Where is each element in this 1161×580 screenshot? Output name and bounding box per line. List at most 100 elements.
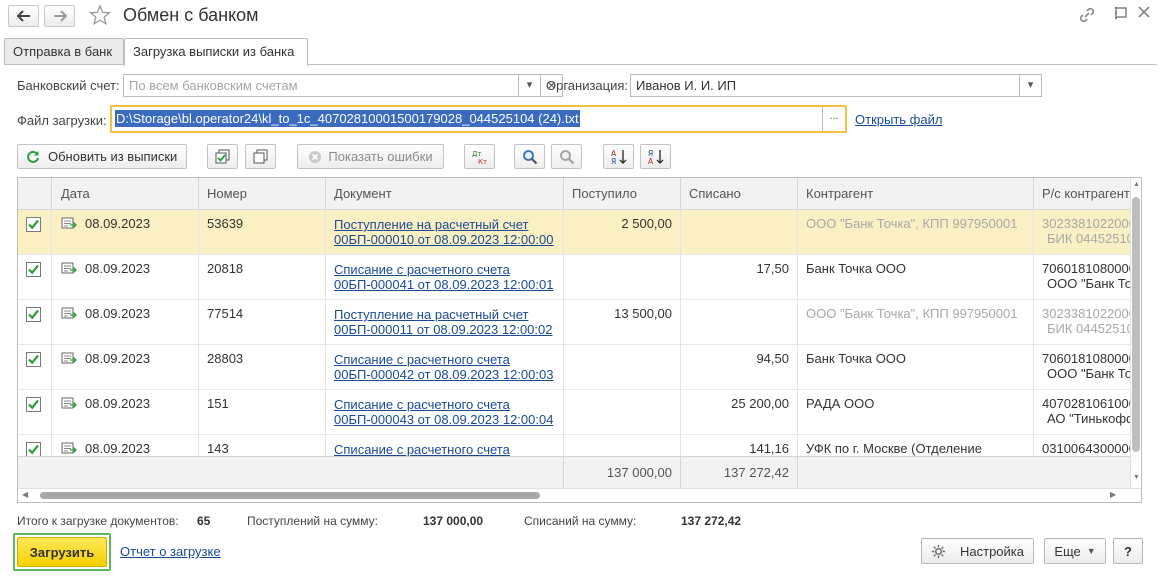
contractor-cell: ООО "Банк Точка", КПП 997950001 [797,300,1033,345]
row-checkbox[interactable] [26,217,41,232]
number-cell: 20818 [198,255,325,300]
table-row[interactable]: 08.09.2023 20818 Списание с расчетного сче… [18,255,1131,300]
scroll-down-icon[interactable]: ▼ [1133,474,1140,481]
document-link-line2[interactable]: 00БП-000041 от 08.09.2023 12:00:01 [334,277,555,292]
contractor-cell: Банк Точка ООО [797,345,1033,390]
document-link-line2[interactable]: 00БП-000011 от 08.09.2023 12:00:02 [334,322,555,337]
open-file-link[interactable]: Открыть файл [855,112,942,127]
maximize-button[interactable] [1114,4,1128,23]
scroll-left-icon[interactable]: ◀ [22,490,28,499]
copy-link-button[interactable] [1078,6,1096,27]
col-date[interactable]: Дата [51,178,198,210]
row-check-cell[interactable] [18,345,51,390]
table-row[interactable]: 08.09.2023 151 Списание с расчетного счета… [18,390,1131,435]
tab-send-to-bank[interactable]: Отправка в банк [4,38,124,65]
col-income[interactable]: Поступило [563,178,680,210]
account-cell: 30233810220000БИК 044525104 [1033,210,1131,255]
load-button[interactable]: Загрузить [17,537,107,567]
row-checkbox[interactable] [26,262,41,277]
income-cell [563,345,680,390]
row-check-cell[interactable] [18,300,51,345]
row-checkbox[interactable] [26,307,41,322]
deselect-all-button[interactable] [245,144,276,169]
table-header: Дата Номер Документ Поступило Списано Ко… [18,178,1131,210]
sort-desc-button[interactable]: ЯА [640,144,671,169]
chevron-down-icon: ▼ [1086,546,1096,556]
forward-button[interactable] [44,5,75,27]
document-link-line2[interactable]: 00БП-000010 от 08.09.2023 12:00:00 [334,232,555,247]
table-row[interactable]: 08.09.2023 77514 Поступление на расчетный … [18,300,1131,345]
document-link-line1[interactable]: Списание с расчетного счета [334,262,555,277]
refresh-button[interactable]: Обновить из выписки [17,144,187,169]
horizontal-scrollbar[interactable]: ◀ ▶ [18,488,1141,502]
col-number[interactable]: Номер [198,178,325,210]
document-link-line2[interactable]: 00БП-000042 от 08.09.2023 12:00:03 [334,367,555,382]
row-checkbox[interactable] [26,397,41,412]
settings-button[interactable]: Настройка [921,538,1034,564]
organization-field[interactable]: Иванов И. И. ИП [630,74,1021,97]
show-errors-button[interactable]: Показать ошибки [297,144,444,169]
account-line2: АО "Тинькофф" [1047,411,1131,426]
link-icon [1079,7,1095,23]
scroll-up-icon[interactable]: ▲ [1133,181,1140,188]
table-row[interactable]: 08.09.2023 53639 Поступление на расчетный … [18,210,1131,255]
row-checkbox[interactable] [26,352,41,367]
document-cell[interactable]: Списание с расчетного счета 00БП-000041 о… [325,255,563,300]
outcome-cell [680,300,797,345]
organization-dropdown[interactable]: ▾ [1019,74,1042,97]
row-check-cell[interactable] [18,210,51,255]
outcome-cell [680,210,797,255]
close-button[interactable] [1136,4,1152,23]
file-label: Файл загрузки: [17,113,107,128]
select-all-button[interactable] [207,144,238,169]
document-icon [61,262,77,274]
cancel-search-button[interactable] [551,144,582,169]
report-link[interactable]: Отчет о загрузке [120,544,221,559]
total-outcome: 137 272,42 [680,457,797,490]
number-cell: 151 [198,390,325,435]
document-cell[interactable]: Списание с расчетного счета 00БП-000043 о… [325,390,563,435]
table-row[interactable]: 08.09.2023 28803 Списание с расчетного сче… [18,345,1131,390]
sort-asc-button[interactable]: АЯ [603,144,634,169]
contractor-cell: РАДА ООО [797,390,1033,435]
document-link-line1[interactable]: Списание с расчетного счета [334,442,555,457]
favorite-button[interactable] [88,4,112,29]
file-input[interactable]: D:\Storage\bl.operator24\kl_to_1c_407028… [112,107,822,131]
file-browse-button[interactable]: ... [822,107,845,131]
document-link-line1[interactable]: Списание с расчетного счета [334,397,555,412]
scroll-right-icon[interactable]: ▶ [1110,490,1116,499]
chevron-down-icon: ▾ [1027,79,1034,91]
income-sum-label: Поступлений на сумму: [247,514,378,528]
row-check-cell[interactable] [18,255,51,300]
row-check-cell[interactable] [18,390,51,435]
document-cell[interactable]: Поступление на расчетный счет 00БП-000010… [325,210,563,255]
refresh-icon [27,150,39,163]
star-icon [88,4,112,26]
document-cell[interactable]: Списание с расчетного счета 00БП-000042 о… [325,345,563,390]
horizontal-scroll-thumb[interactable] [40,492,540,499]
bank-account-field[interactable]: По всем банковским счетам [123,74,519,97]
bank-account-dropdown[interactable]: ▾ [518,74,541,97]
dt-kt-button[interactable]: Дт Кт [464,144,495,169]
number-cell: 53639 [198,210,325,255]
vertical-scrollbar[interactable]: ▲ ▼ [1130,178,1141,489]
document-link-line1[interactable]: Поступление на расчетный счет [334,307,555,322]
col-outcome[interactable]: Списано [680,178,797,210]
more-button[interactable]: Еще ▼ [1044,538,1106,564]
checkmark-icon [28,399,39,410]
account-line1: 03100643000000 [1042,441,1131,456]
document-link-line2[interactable]: 00БП-000043 от 08.09.2023 12:00:04 [334,412,555,427]
document-link-line1[interactable]: Списание с расчетного счета [334,352,555,367]
row-checkbox[interactable] [26,442,41,457]
col-account[interactable]: Р/с контрагент [1033,178,1131,210]
col-contractor[interactable]: Контрагент [797,178,1033,210]
search-button[interactable] [514,144,545,169]
back-button[interactable] [8,5,39,27]
col-document[interactable]: Документ [325,178,563,210]
help-button[interactable]: ? [1113,538,1143,564]
outcome-cell: 25 200,00 [680,390,797,435]
vertical-scroll-thumb[interactable] [1132,197,1140,452]
tab-load-statement[interactable]: Загрузка выписки из банка [124,38,308,66]
document-cell[interactable]: Поступление на расчетный счет 00БП-000011… [325,300,563,345]
document-link-line1[interactable]: Поступление на расчетный счет [334,217,555,232]
